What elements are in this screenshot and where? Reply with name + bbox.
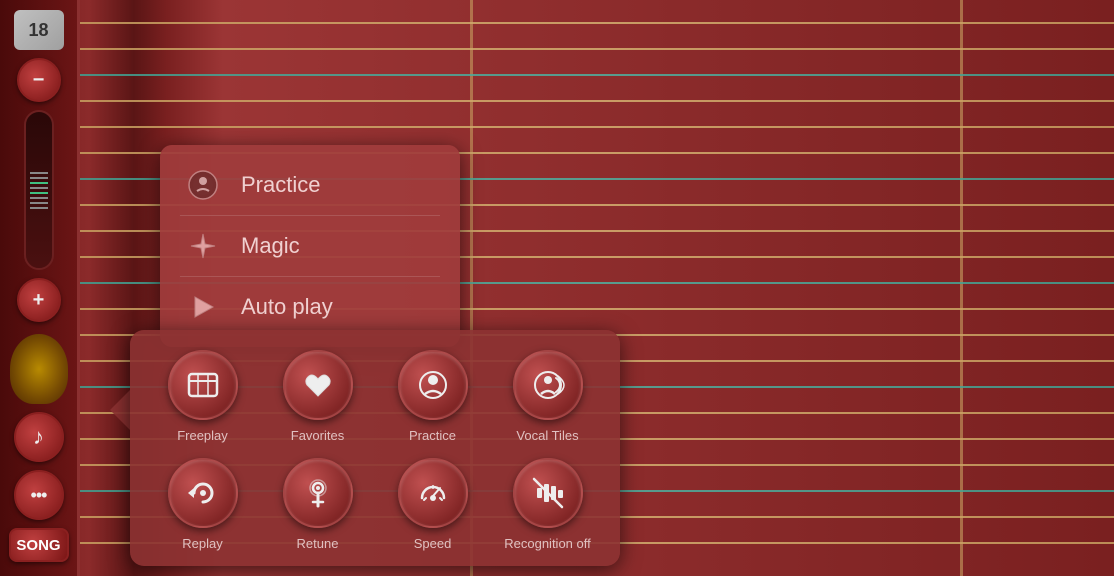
slider-tick <box>30 172 48 174</box>
action-grid: Freeplay Favorites Practice <box>150 350 600 551</box>
freeplay-label: Freeplay <box>177 428 228 443</box>
magic-mode-label: Magic <box>241 233 300 259</box>
song-button[interactable]: SONG <box>9 528 69 562</box>
practice-mode-label: Practice <box>241 172 320 198</box>
slider-tick <box>30 177 48 179</box>
string-4 <box>80 100 1114 102</box>
retune-item[interactable]: Retune <box>265 458 370 551</box>
autoplay-mode-label: Auto play <box>241 294 333 320</box>
plus-icon: + <box>33 289 45 312</box>
favorites-label: Favorites <box>291 428 344 443</box>
number-badge: 18 <box>14 10 64 50</box>
retune-button[interactable] <box>283 458 353 528</box>
decorative-ornament <box>10 334 68 404</box>
practice-button[interactable] <box>398 350 468 420</box>
freeplay-item[interactable]: Freeplay <box>150 350 255 443</box>
slider-tick <box>30 192 48 194</box>
speed-label: Speed <box>414 536 452 551</box>
string-2 <box>80 48 1114 50</box>
minus-icon: − <box>33 69 45 92</box>
panel-arrow <box>110 390 130 430</box>
recognition-off-label: Recognition off <box>504 536 591 551</box>
slider-tick <box>30 207 48 209</box>
freeplay-button[interactable] <box>168 350 238 420</box>
song-label: SONG <box>16 537 60 554</box>
slider-tick <box>30 187 48 189</box>
mode-item-magic[interactable]: Magic <box>175 216 445 276</box>
vocal-tiles-button[interactable] <box>513 350 583 420</box>
recognition-off-item[interactable]: Recognition off <box>495 458 600 551</box>
volume-slider[interactable] <box>24 110 54 270</box>
string-5 <box>80 126 1114 128</box>
practice-label: Practice <box>409 428 456 443</box>
recognition-off-button[interactable] <box>513 458 583 528</box>
volume-minus-button[interactable]: − <box>17 58 61 102</box>
vocal-tiles-item[interactable]: Vocal Tiles <box>495 350 600 443</box>
more-options-button[interactable]: ••• <box>14 470 64 520</box>
slider-tick <box>30 202 48 204</box>
mode-item-practice[interactable]: Practice <box>175 155 445 215</box>
vocal-tiles-label: Vocal Tiles <box>516 428 578 443</box>
speed-button[interactable] <box>398 458 468 528</box>
slider-tick <box>30 197 48 199</box>
music-button[interactable]: ♪ <box>14 412 64 462</box>
practice-mode-icon <box>185 167 221 203</box>
mode-item-autoplay[interactable]: Auto play <box>175 277 445 337</box>
replay-item[interactable]: Replay <box>150 458 255 551</box>
left-panel: 18 − + ♪ ••• SONG <box>0 0 80 576</box>
replay-button[interactable] <box>168 458 238 528</box>
music-note-icon: ♪ <box>33 424 44 450</box>
speed-item[interactable]: Speed <box>380 458 485 551</box>
favorites-item[interactable]: Favorites <box>265 350 370 443</box>
replay-label: Replay <box>182 536 222 551</box>
volume-plus-button[interactable]: + <box>17 278 61 322</box>
favorites-button[interactable] <box>283 350 353 420</box>
retune-label: Retune <box>297 536 339 551</box>
magic-mode-icon <box>185 228 221 264</box>
practice-item[interactable]: Practice <box>380 350 485 443</box>
action-panel: Freeplay Favorites Practice <box>130 330 620 566</box>
string-1 <box>80 22 1114 24</box>
more-icon: ••• <box>31 485 47 506</box>
string-3 <box>80 74 1114 76</box>
slider-tick <box>30 182 48 184</box>
mode-menu: Practice Magic Auto play <box>160 145 460 347</box>
autoplay-mode-icon <box>185 289 221 325</box>
